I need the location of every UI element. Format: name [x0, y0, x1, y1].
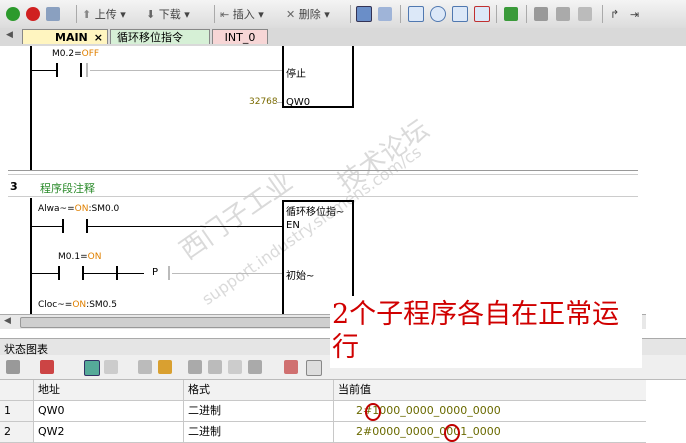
table-row[interactable]: 2 QW2 二进制 2#0000_0000_0001_0000 [0, 422, 646, 443]
scroll-left-icon[interactable]: ◀ [4, 316, 11, 326]
table-row[interactable]: 1 QW0 二进制 2#1000_0000_0000_0000 [0, 401, 646, 422]
address-cell[interactable]: QW0 [34, 401, 184, 421]
format-cell[interactable]: 二进制 [184, 422, 334, 442]
add-row-icon[interactable] [6, 360, 20, 374]
contact-m01-label: M0.1=ON [58, 252, 102, 262]
power-rail-2 [30, 198, 32, 314]
insert-label: 插入 [232, 8, 255, 21]
branch-icon[interactable]: ↱ [610, 6, 619, 22]
delete-button[interactable]: ✕ 删除 ▾ [286, 6, 330, 22]
box-title: 循环移位指~ [286, 207, 345, 218]
upload-button[interactable]: ⬆ 上传 ▾ [82, 6, 126, 22]
stop-label: 停止 [286, 69, 306, 80]
shape-icon[interactable] [452, 6, 468, 22]
contact-alwa-label: Alwa~=ON:SM0.0 [38, 204, 120, 214]
pause-icon[interactable] [104, 360, 118, 374]
highlight-circle [365, 403, 381, 421]
power-rail [30, 46, 32, 170]
unlock-icon-2[interactable] [208, 360, 222, 374]
close-icon[interactable]: × [94, 30, 103, 45]
trend-icon[interactable] [284, 360, 298, 374]
header-format: 格式 [184, 380, 334, 400]
monitor-icon[interactable] [84, 360, 100, 376]
ellipse-icon[interactable] [430, 6, 446, 22]
value-32768: 32768 [249, 97, 278, 107]
row-index: 2 [0, 422, 34, 442]
tab-int0[interactable]: INT_0 [212, 29, 268, 44]
view-icon[interactable] [306, 360, 322, 376]
table-header: 地址 格式 当前值 [0, 380, 646, 401]
contact-m01[interactable] [58, 266, 84, 280]
row-index: 1 [0, 401, 34, 421]
ladder-editor[interactable]: 西门子工业 技术论坛 support.industry.siemens.com/… [0, 46, 646, 314]
glasses-icon[interactable] [138, 360, 152, 374]
annotation-box: 2个子程序各自在正常运行 [330, 296, 642, 368]
format-cell[interactable]: 二进制 [184, 401, 334, 421]
header-current-value: 当前值 [338, 383, 371, 396]
init-label: 初始~ [286, 271, 315, 282]
vertical-scroll-area [646, 46, 686, 314]
upload-label: 上传 [94, 8, 117, 21]
tab-rotate-shift[interactable]: 循环移位指令 [110, 29, 210, 44]
lock-icon-2[interactable] [188, 360, 202, 374]
lock-icon[interactable] [534, 6, 548, 22]
en-label: EN [286, 220, 300, 231]
header-address: 地址 [34, 380, 184, 400]
insert-button[interactable]: ⇤ 插入 ▾ [220, 6, 264, 22]
contact-m02[interactable] [56, 63, 82, 77]
download-label: 下载 [158, 8, 181, 21]
add-lock-icon[interactable] [578, 6, 592, 22]
network-number: 3 [10, 180, 18, 193]
tab-bar: ◀ MAIN × 循环移位指令 INT_0 [0, 28, 686, 47]
header-index [0, 380, 34, 400]
tab-rotate-shift-label: 循环移位指令 [117, 31, 183, 44]
main-toolbar: ⬆ 上传 ▾ ⬇ 下载 ▾ ⇤ 插入 ▾ ✕ 删除 ▾ ↱ ⇥ [0, 0, 686, 29]
qw0-label: QW0 [286, 97, 311, 108]
network-icon[interactable] [356, 6, 372, 22]
value-cell: 2#0000_0000_0001_0000 [356, 425, 501, 438]
address-cell[interactable]: QW2 [34, 422, 184, 442]
contact-always-on[interactable] [62, 219, 88, 233]
contact-m02-label: M0.2=OFF [52, 49, 100, 59]
pencil-icon[interactable] [158, 360, 172, 374]
network2-icon[interactable] [378, 6, 392, 22]
network-comment[interactable]: 程序段注释 [40, 180, 95, 196]
tab-main-label: MAIN [55, 31, 88, 44]
download-button[interactable]: ⬇ 下载 ▾ [146, 6, 190, 22]
tab-int0-label: INT_0 [224, 31, 256, 44]
tab-scroll-left-icon[interactable]: ◀ [6, 30, 13, 40]
tab-main[interactable]: MAIN × [22, 29, 108, 44]
unlock-icon[interactable] [556, 6, 570, 22]
clear-icon[interactable] [474, 6, 490, 22]
rect-icon[interactable] [408, 6, 424, 22]
goto-icon[interactable] [504, 6, 518, 22]
binoculars-icon[interactable] [248, 360, 262, 374]
contact-clock-label: Cloc~=ON:SM0.5 [38, 300, 117, 310]
branch2-icon[interactable]: ⇥ [630, 6, 639, 22]
annotation-text: 2个子程序各自在正常运行 [332, 299, 620, 363]
delete-row-icon[interactable] [40, 360, 54, 374]
delete-label: 删除 [298, 8, 321, 21]
run-icon[interactable] [6, 6, 20, 22]
p-label: P [152, 267, 159, 278]
stop-icon[interactable] [26, 6, 40, 22]
highlight-circle [444, 424, 460, 442]
compile-icon[interactable] [46, 6, 60, 22]
force-icon[interactable] [228, 360, 242, 374]
